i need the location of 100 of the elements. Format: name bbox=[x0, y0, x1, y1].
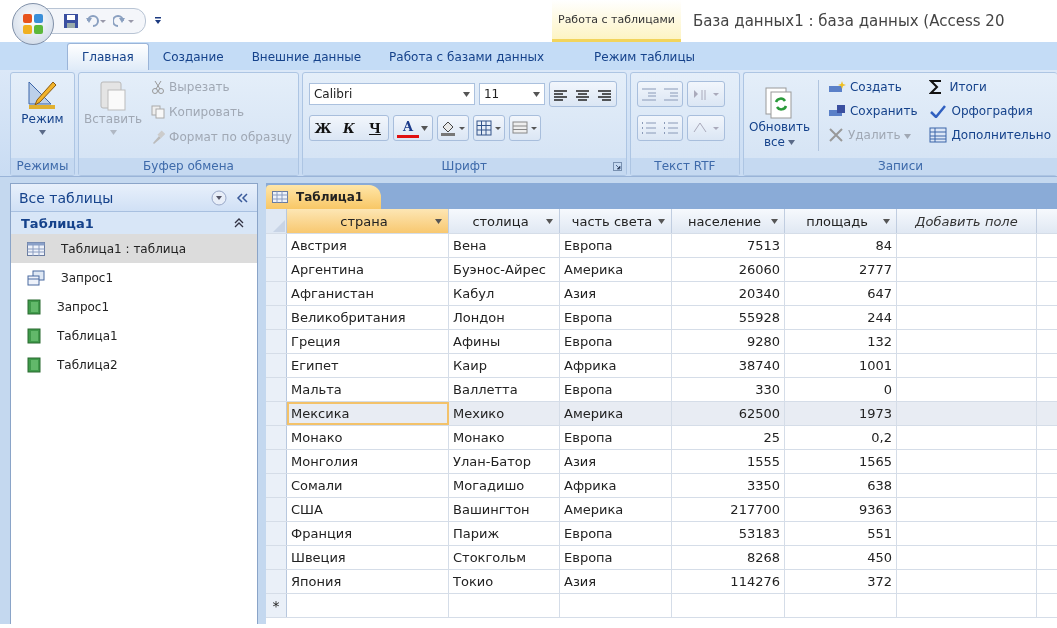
table-cell: Америка bbox=[564, 262, 624, 277]
triangle-icon bbox=[272, 219, 286, 233]
collapse-pane-icon[interactable] bbox=[235, 191, 249, 204]
table-cell: 114276 bbox=[730, 574, 780, 589]
row-selector[interactable] bbox=[266, 258, 287, 281]
redo-icon[interactable] bbox=[113, 14, 135, 28]
dropdown-arrow-icon[interactable] bbox=[658, 218, 665, 224]
ribbon-tab[interactable]: Работа с базами данных bbox=[375, 44, 559, 70]
font-size-field[interactable]: 11 bbox=[478, 83, 545, 105]
table-cell: Аргентина bbox=[291, 262, 364, 277]
column-header[interactable]: население bbox=[672, 209, 785, 233]
new-record-button[interactable]: Создать bbox=[824, 76, 921, 98]
row-selector[interactable] bbox=[266, 402, 287, 425]
underline-button[interactable]: Ч bbox=[361, 117, 388, 139]
bold-button[interactable]: Ж bbox=[309, 117, 336, 139]
table-cell: 132 bbox=[867, 334, 892, 349]
document-tab[interactable]: Таблица1 bbox=[266, 185, 382, 209]
caret-icon bbox=[788, 140, 795, 145]
table-cell: Вашингтон bbox=[453, 502, 530, 517]
navigation-item[interactable]: Таблица2 bbox=[11, 350, 257, 379]
table-cell: 244 bbox=[867, 310, 892, 325]
table-cell: Америка bbox=[564, 406, 624, 421]
customize-toolbar-icon[interactable] bbox=[154, 16, 162, 26]
table-cell: Африка bbox=[564, 358, 617, 373]
dropdown-arrow-icon[interactable] bbox=[883, 218, 890, 224]
dropdown-arrow-icon[interactable] bbox=[546, 218, 553, 224]
row-selector[interactable] bbox=[266, 522, 287, 545]
row-selector[interactable] bbox=[266, 546, 287, 569]
dropdown-arrow-icon[interactable] bbox=[771, 218, 778, 224]
spelling-record-button[interactable]: Орфография bbox=[926, 100, 1054, 122]
table-cell: 8268 bbox=[746, 550, 780, 565]
table-cell: 1555 bbox=[746, 454, 780, 469]
row-selector[interactable] bbox=[266, 306, 287, 329]
table-cell: Буэнос-Айрес bbox=[453, 262, 546, 277]
table-cell: 7513 bbox=[746, 238, 780, 253]
table-cell: Лондон bbox=[453, 310, 505, 325]
column-header[interactable]: площадь bbox=[785, 209, 897, 233]
table-cell: 38740 bbox=[738, 358, 780, 373]
column-header[interactable]: часть света bbox=[560, 209, 672, 233]
navigation-pane-header[interactable]: Все таблицы bbox=[11, 184, 257, 212]
collapse-icon[interactable] bbox=[233, 217, 245, 229]
table-cell: 330 bbox=[755, 382, 780, 397]
row-selector[interactable] bbox=[266, 282, 287, 305]
form-icon bbox=[27, 298, 41, 315]
navigation-pane-title: Все таблицы bbox=[19, 189, 115, 206]
new-record-marker: * bbox=[266, 594, 287, 617]
select-all-cell[interactable] bbox=[266, 209, 287, 233]
table-cell: 9280 bbox=[746, 334, 780, 349]
navigation-group-header[interactable]: Таблица1 bbox=[11, 212, 257, 234]
dropdown-icon[interactable] bbox=[211, 189, 227, 206]
navigation-item[interactable]: Запрос1 bbox=[11, 292, 257, 321]
row-selector[interactable] bbox=[266, 426, 287, 449]
context-tab-group: Работа с таблицами bbox=[552, 0, 681, 42]
table-cell: Азия bbox=[564, 454, 597, 469]
table-cell: 84 bbox=[875, 238, 892, 253]
italic-button[interactable]: К bbox=[335, 117, 362, 139]
table-icon bbox=[27, 241, 45, 256]
table-cell: Азия bbox=[564, 574, 597, 589]
column-header[interactable]: страна bbox=[287, 209, 449, 233]
save-record-button[interactable]: Сохранить bbox=[824, 100, 921, 122]
ribbon-tab[interactable]: Режим таблицы bbox=[568, 44, 722, 70]
group-label: Режимы bbox=[11, 158, 74, 175]
gridlines-icon[interactable] bbox=[473, 118, 504, 138]
undo-icon[interactable] bbox=[85, 14, 107, 28]
dialog-launcher-icon[interactable] bbox=[612, 162, 622, 171]
table-cell: Великобритания bbox=[291, 310, 406, 325]
column-header[interactable]: Добавить поле bbox=[897, 209, 1037, 233]
font-name-field[interactable]: Calibri bbox=[308, 83, 475, 105]
row-selector[interactable] bbox=[266, 378, 287, 401]
column-header[interactable]: столица bbox=[449, 209, 560, 233]
view-button[interactable]: Режим bbox=[19, 76, 66, 155]
row-selector[interactable] bbox=[266, 450, 287, 473]
row-selector[interactable] bbox=[266, 330, 287, 353]
navigation-item[interactable]: Таблица1 bbox=[11, 321, 257, 350]
table-cell: Швеция bbox=[291, 550, 346, 565]
dropdown-arrow-icon[interactable] bbox=[435, 218, 442, 224]
form-icon bbox=[27, 327, 41, 344]
office-button[interactable] bbox=[12, 3, 54, 45]
more-record-button[interactable]: Дополнительно bbox=[926, 124, 1054, 146]
dropdown-arrow-icon[interactable] bbox=[420, 125, 428, 131]
ribbon-tab[interactable]: Создание bbox=[148, 44, 238, 70]
save-icon[interactable] bbox=[63, 13, 79, 29]
table-cell: Стокгольм bbox=[453, 550, 527, 565]
navigation-item[interactable]: Запрос1 bbox=[11, 263, 257, 292]
ribbon-tab[interactable]: Главная bbox=[67, 43, 149, 70]
row-selector[interactable] bbox=[266, 570, 287, 593]
group-title: Таблица1 bbox=[21, 215, 94, 231]
table-cell: 1973 bbox=[858, 406, 892, 421]
save-record-icon bbox=[827, 104, 846, 118]
table-cell: 0,2 bbox=[871, 430, 892, 445]
table-cell: Кабул bbox=[453, 286, 495, 301]
sum-record-button[interactable]: Итоги bbox=[926, 76, 1054, 98]
navigation-item[interactable]: Таблица1 : таблица bbox=[11, 234, 257, 263]
refresh-all-button[interactable]: Обновить все bbox=[747, 76, 812, 155]
row-selector[interactable] bbox=[266, 354, 287, 377]
row-selector[interactable] bbox=[266, 474, 287, 497]
row-selector[interactable] bbox=[266, 234, 287, 257]
row-selector[interactable] bbox=[266, 498, 287, 521]
ribbon-tab[interactable]: Внешние данные bbox=[237, 44, 376, 70]
table-cell: Европа bbox=[564, 334, 613, 349]
